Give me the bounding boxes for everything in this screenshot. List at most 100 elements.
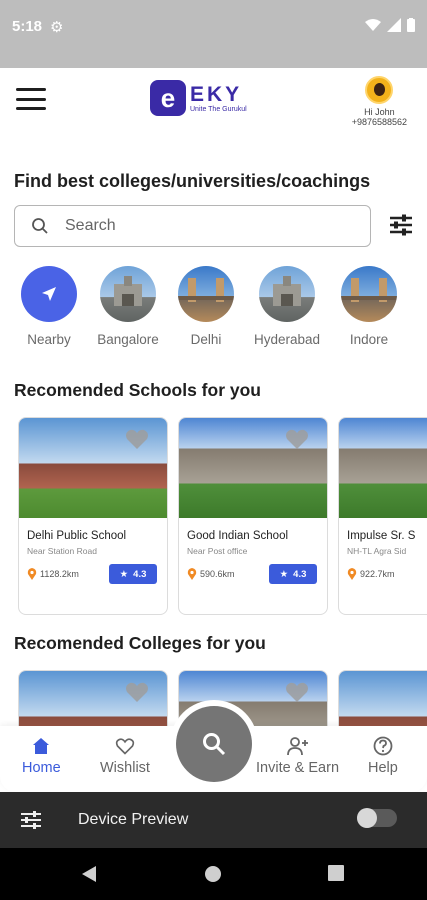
star-icon: ★ <box>279 568 289 580</box>
heart-icon[interactable] <box>125 428 149 450</box>
user-greeting: Hi John <box>364 107 395 117</box>
toggle-knob <box>357 808 377 828</box>
rating-value: 4.3 <box>133 568 147 580</box>
rating-badge: ★ 4.3 <box>109 564 157 584</box>
status-bar-gap <box>0 56 427 68</box>
home-icon <box>33 738 50 754</box>
user-profile[interactable]: Hi John +9876588562 <box>352 76 407 127</box>
battery-icon <box>407 18 415 32</box>
logo-text: EKY Unite The Gurukul <box>190 82 247 113</box>
school-distance: 922.7km <box>347 568 395 580</box>
school-address: NH-TL Agra Sid <box>347 546 407 556</box>
nav-home[interactable]: Home <box>22 736 61 776</box>
nearby-circle[interactable] <box>21 266 77 322</box>
logo-name: EKY <box>190 82 243 106</box>
city-delhi[interactable]: Delhi <box>166 266 246 347</box>
schools-carousel: Delhi Public School Near Station Road 11… <box>0 417 427 617</box>
add-person-icon <box>286 737 308 756</box>
location-pin-icon <box>187 568 197 580</box>
star-icon: ★ <box>119 568 129 580</box>
city-image[interactable] <box>178 266 234 322</box>
recents-icon[interactable] <box>328 865 344 881</box>
search-fab-button[interactable] <box>176 706 252 782</box>
nav-invite[interactable]: Invite & Earn <box>256 736 339 776</box>
help-icon <box>373 736 393 756</box>
school-distance: 590.6km <box>187 568 235 580</box>
building-image <box>273 276 301 306</box>
building-image <box>114 276 142 306</box>
logo-mark: e <box>150 80 186 116</box>
city-label: Bangalore <box>97 332 159 347</box>
city-bangalore[interactable]: Bangalore <box>88 266 168 347</box>
city-hyderabad[interactable]: Hyderabad <box>247 266 327 347</box>
school-image <box>339 418 427 518</box>
school-card[interactable]: Delhi Public School Near Station Road 11… <box>18 417 168 615</box>
nav-label: Help <box>368 760 398 776</box>
user-phone: +9876588562 <box>351 117 407 127</box>
city-label: Delhi <box>190 332 222 347</box>
school-address: Near Post office <box>187 546 248 556</box>
app-logo: e EKY Unite The Gurukul <box>150 80 247 116</box>
menu-icon[interactable] <box>16 88 46 110</box>
tune-icon[interactable] <box>20 809 42 831</box>
app-header: e EKY Unite The Gurukul Hi John +9876588… <box>0 68 427 140</box>
rating-value: 4.3 <box>293 568 307 580</box>
school-image <box>19 418 167 518</box>
nav-label: Invite & Earn <box>256 760 340 776</box>
heart-outline-icon <box>115 738 135 755</box>
settings-gear-icon: ⚙ <box>50 19 64 36</box>
city-nearby[interactable]: Nearby <box>9 266 89 347</box>
school-name: Impulse Sr. S <box>347 530 416 542</box>
school-address: Near Station Road <box>27 546 97 556</box>
school-distance: 1128.2km <box>27 568 79 580</box>
location-pin-icon <box>347 568 357 580</box>
bridge-image <box>178 278 234 302</box>
city-image[interactable] <box>100 266 156 322</box>
school-name: Delhi Public School <box>27 530 127 542</box>
school-image <box>179 418 327 518</box>
status-icons <box>365 18 415 32</box>
signal-icon <box>387 18 401 32</box>
back-icon[interactable] <box>80 865 98 883</box>
system-nav-bar <box>0 848 427 900</box>
filter-icon[interactable] <box>388 212 414 238</box>
distance-text: 922.7km <box>360 569 395 579</box>
city-indore[interactable]: Indore <box>329 266 409 347</box>
school-card[interactable]: Impulse Sr. S NH-TL Agra Sid 922.7km <box>338 417 427 615</box>
rating-badge: ★ 4.3 <box>269 564 317 584</box>
heart-icon[interactable] <box>285 681 309 703</box>
city-image[interactable] <box>259 266 315 322</box>
heart-icon[interactable] <box>285 428 309 450</box>
search-icon <box>203 733 226 756</box>
logo-tagline: Unite The Gurukul <box>190 105 247 113</box>
wifi-icon <box>365 19 381 31</box>
nav-wishlist[interactable]: Wishlist <box>100 736 150 776</box>
status-bar: 5:18 ⚙ <box>0 0 427 56</box>
city-label: Hyderabad <box>253 332 321 347</box>
school-name: Good Indian School <box>187 530 289 542</box>
school-card[interactable]: Good Indian School Near Post office 590.… <box>178 417 328 615</box>
search-box[interactable] <box>14 205 371 247</box>
navigation-icon <box>42 287 56 301</box>
home-circle-icon[interactable] <box>204 865 222 883</box>
city-list: Nearby Bangalore Delhi Hyderabad Indore <box>0 266 427 356</box>
find-title: Find best colleges/universities/coaching… <box>14 171 371 191</box>
nav-label: Home <box>22 760 61 776</box>
city-label: Nearby <box>27 332 71 347</box>
device-preview-toggle[interactable] <box>357 808 397 828</box>
search-input[interactable] <box>65 217 345 235</box>
status-time: 5:18 <box>12 18 43 35</box>
nav-help[interactable]: Help <box>368 736 398 776</box>
distance-text: 1128.2km <box>40 569 79 579</box>
bridge-image <box>341 278 397 302</box>
app-screen: e EKY Unite The Gurukul Hi John +9876588… <box>0 68 427 792</box>
colleges-section-title: Recomended Colleges for you <box>14 633 266 653</box>
location-pin-icon <box>27 568 37 580</box>
city-image[interactable] <box>341 266 397 322</box>
nav-label: Wishlist <box>100 760 150 776</box>
heart-icon[interactable] <box>125 681 149 703</box>
distance-text: 590.6km <box>200 569 235 579</box>
city-label: Indore <box>349 332 389 347</box>
search-icon <box>32 218 48 234</box>
avatar[interactable] <box>365 76 394 104</box>
